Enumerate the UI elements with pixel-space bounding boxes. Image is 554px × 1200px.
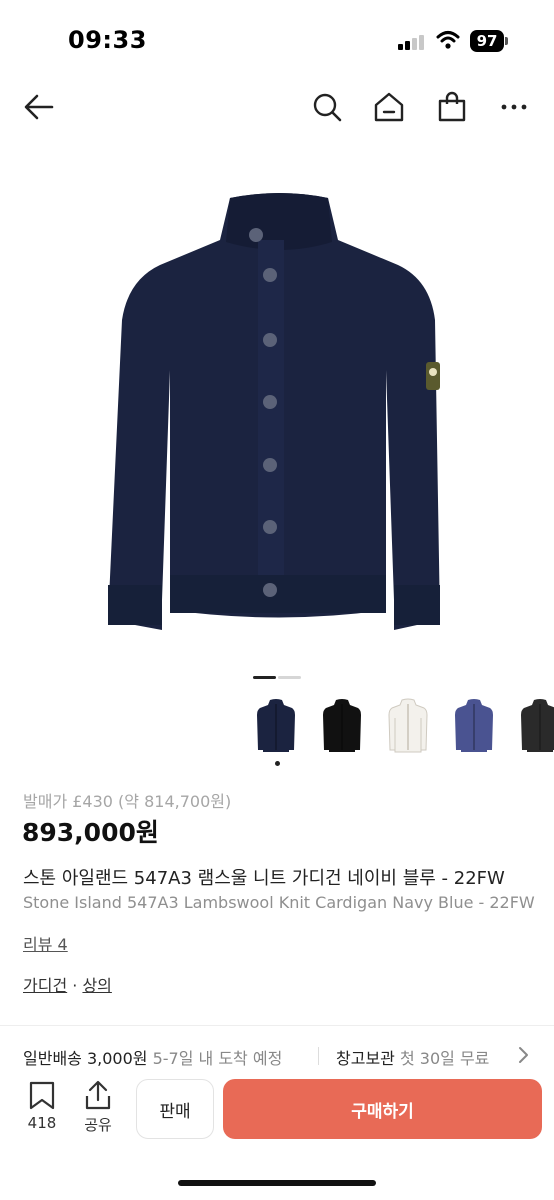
category-top-link[interactable]: 상의 [82,976,111,995]
product-thumbnail[interactable] [250,694,302,758]
bookmark-button[interactable]: 418 [22,1080,62,1136]
status-bar: 09:33 97 [0,0,554,80]
signal-icon [398,34,424,50]
divider [0,1025,554,1026]
bookmark-icon [29,1081,55,1110]
category-breadcrumb: 가디건 · 상의 [23,972,112,996]
arrow-left-icon [24,94,54,120]
thumbnail-cardigan [323,699,361,752]
review-link[interactable]: 리뷰 4 [23,931,68,955]
thumbnail-cardigan [388,698,428,753]
product-title-ko: 스톤 아일랜드 547A3 램스울 니트 가디건 네이비 블루 - 22FW [23,868,505,889]
product-thumbnail[interactable] [514,694,554,758]
wifi-icon [436,31,460,49]
battery-level: 97 [470,30,504,52]
share-icon [85,1080,111,1110]
cart-button[interactable] [435,90,469,124]
category-cardigan-link[interactable]: 가디건 [23,976,67,995]
product-thumbnail[interactable] [316,694,368,758]
home-icon [374,92,404,122]
home-indicator [178,1180,376,1186]
price: 893,000원 [22,818,159,847]
home-button[interactable] [372,90,406,124]
more-icon [501,104,527,110]
shopping-bag-icon [438,91,466,122]
chevron-right-icon[interactable] [516,1046,530,1064]
status-time: 09:33 [68,26,147,54]
battery-icon: 97 [470,30,508,52]
selected-thumbnail-dot [275,761,280,766]
page-indicator [278,676,301,679]
product-thumbnail[interactable] [382,694,434,758]
thumbnail-cardigan [257,699,295,752]
cardigan-image [108,193,440,630]
product-title-en: Stone Island 547A3 Lambswool Knit Cardig… [23,893,535,912]
search-icon [313,93,342,122]
thumbnail-cardigan [455,699,493,752]
product-image[interactable] [80,180,480,650]
back-button[interactable] [22,90,56,124]
share-label: 공유 [84,1116,112,1134]
product-thumbnail[interactable] [448,694,500,758]
share-button[interactable]: 공유 [78,1080,118,1136]
shipping-separator [318,1047,319,1065]
thumbnail-cardigan [521,699,554,752]
release-price: 발매가 £430 (약 814,700원) [23,792,232,811]
category-separator: · [67,976,83,995]
page-indicator-active [253,676,276,679]
sell-button[interactable]: 판매 [136,1079,214,1139]
more-button[interactable] [497,90,531,124]
bookmark-count: 418 [27,1114,57,1132]
buy-button[interactable]: 구매하기 [223,1079,542,1139]
search-button[interactable] [310,90,344,124]
